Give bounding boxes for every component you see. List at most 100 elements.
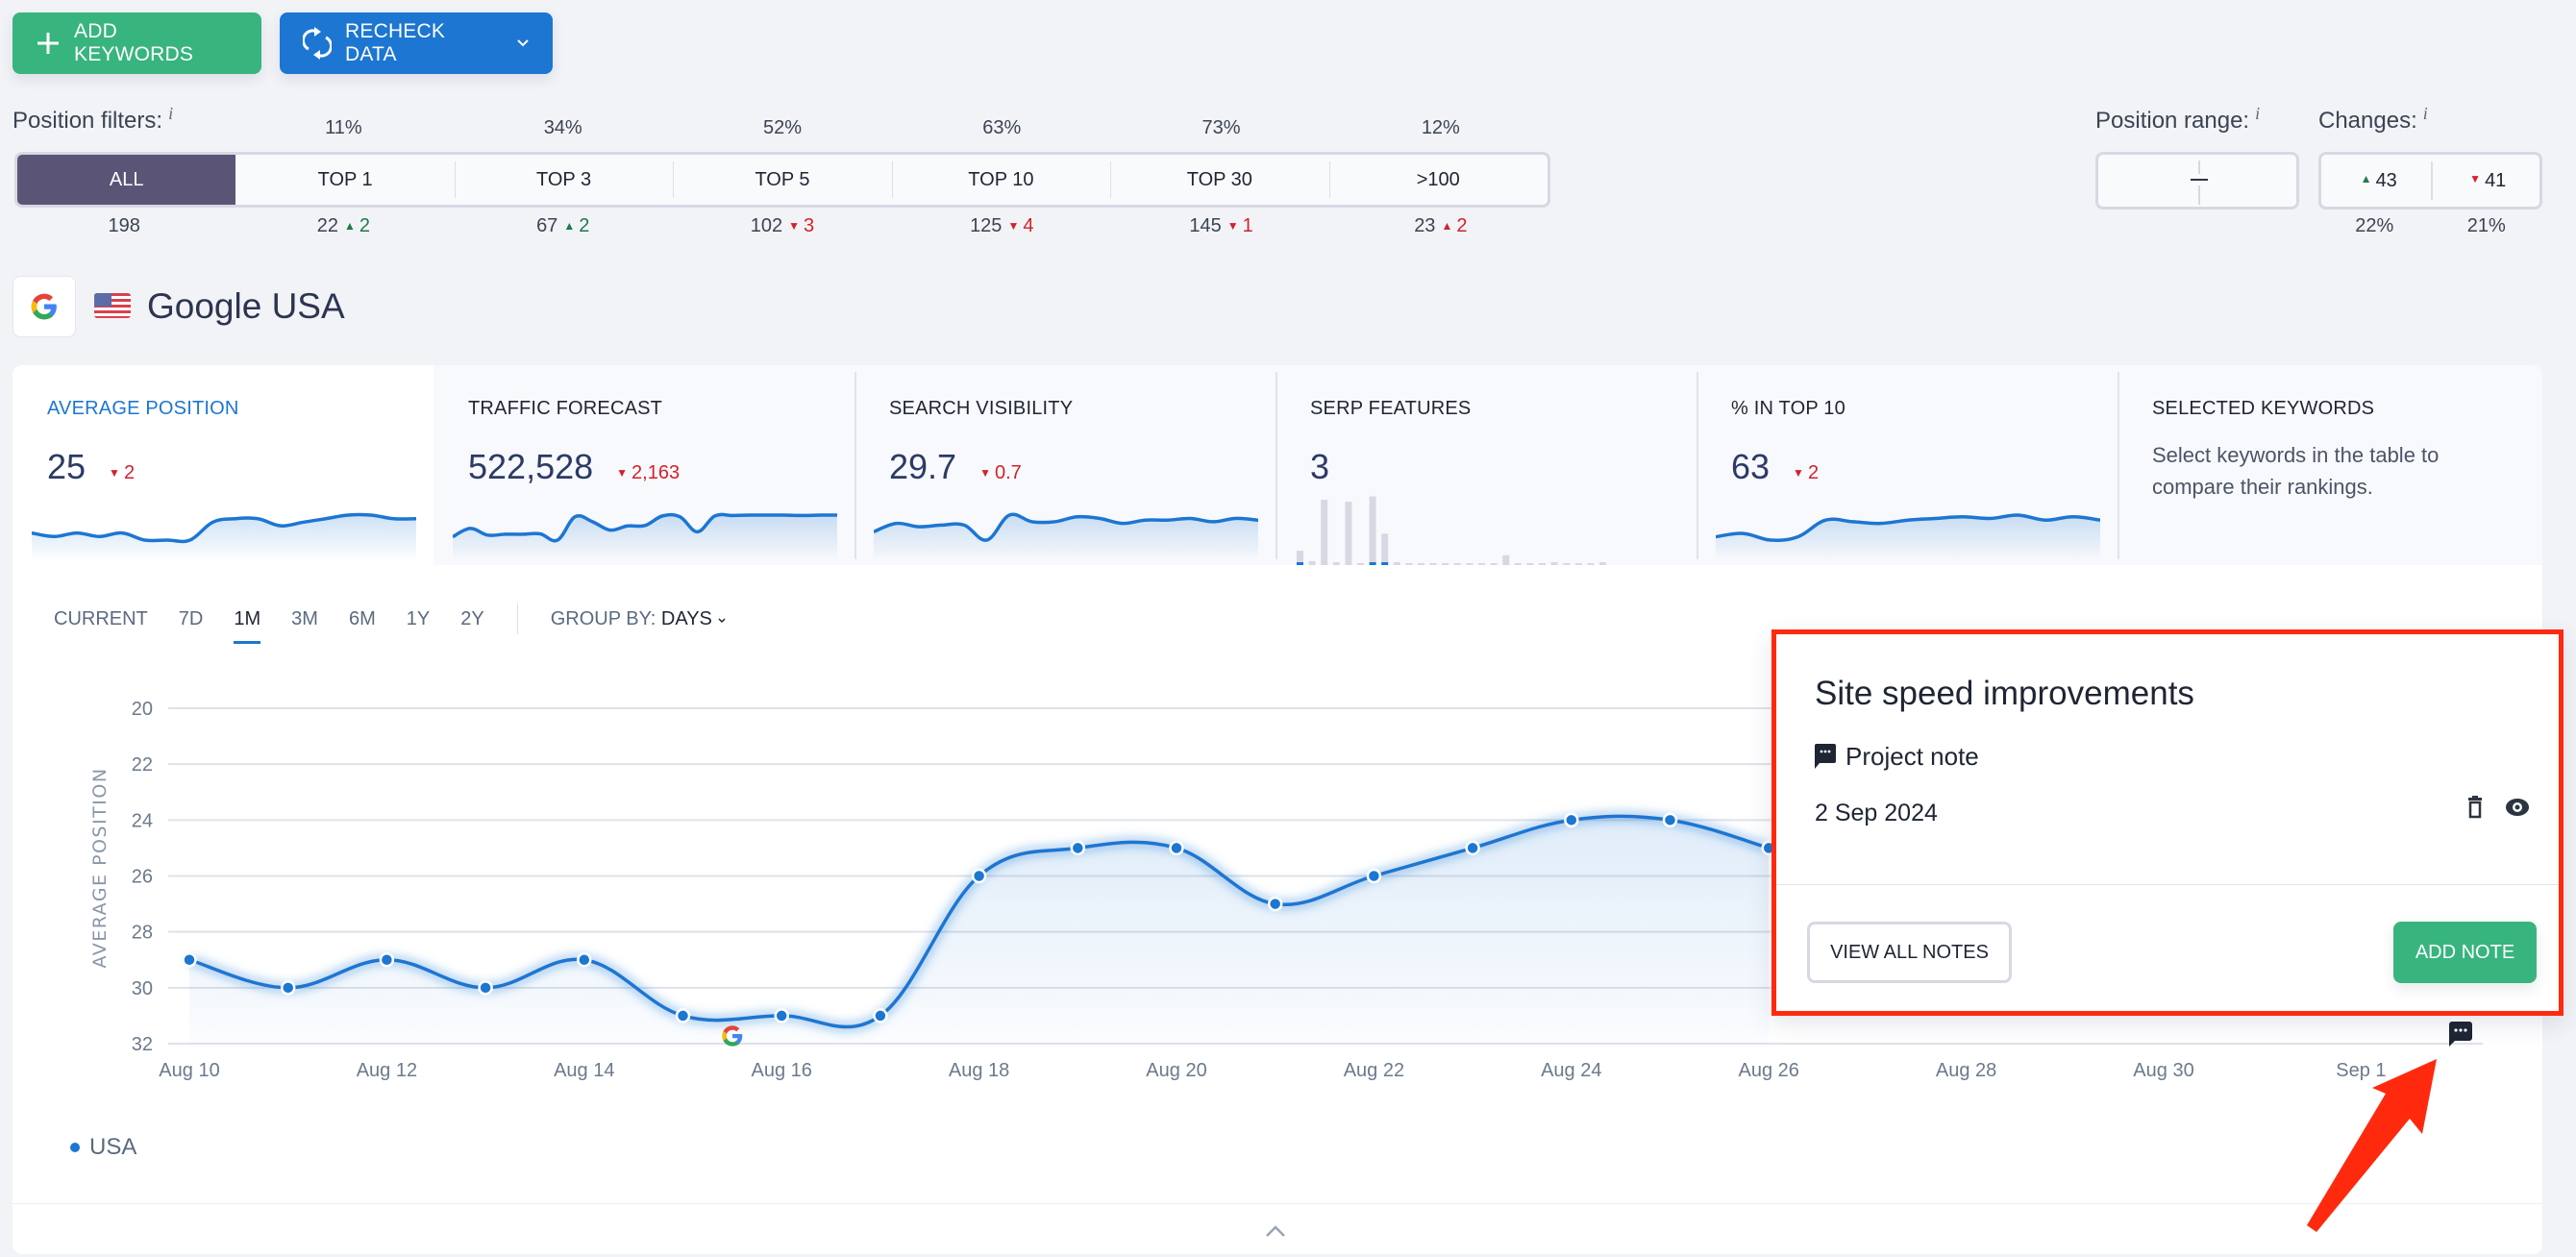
serp-feature-bar bbox=[1321, 500, 1328, 565]
note-type-label: Project note bbox=[1845, 742, 1979, 771]
metric-card-serp-features[interactable]: SERP FEATURES 3 bbox=[1276, 365, 1697, 565]
tab-current[interactable]: CURRENT bbox=[54, 608, 148, 630]
note-type: Project note bbox=[1815, 742, 1979, 772]
data-point[interactable] bbox=[280, 980, 296, 996]
tab-3m[interactable]: 3M bbox=[291, 608, 318, 630]
legend-dot-usa bbox=[70, 1143, 80, 1152]
recheck-data-button[interactable]: RECHECK DATA bbox=[280, 12, 553, 74]
count-value: 102 bbox=[750, 215, 783, 236]
metric-delta: ▼ 2 bbox=[103, 462, 135, 484]
position-range-text: Position range: bbox=[2095, 108, 2250, 134]
filter-count-top1: 22 ▲ 2 bbox=[234, 215, 453, 237]
data-point[interactable] bbox=[1564, 812, 1579, 828]
group-by-label: GROUP BY: bbox=[550, 607, 656, 629]
data-point[interactable] bbox=[873, 1008, 888, 1023]
x-tick-label: Aug 20 bbox=[1146, 1060, 1206, 1081]
metric-value: 522,528 bbox=[468, 447, 594, 486]
count-delta: 4 bbox=[1023, 215, 1034, 236]
filter-over-100[interactable]: >100 bbox=[1328, 155, 1548, 205]
filter-top-5[interactable]: TOP 5 bbox=[673, 155, 891, 205]
sparkline-search-visibility bbox=[874, 512, 1258, 561]
count-value: 22 bbox=[316, 215, 339, 236]
chevron-down-icon bbox=[718, 617, 726, 623]
data-point[interactable] bbox=[1465, 840, 1480, 856]
filter-percent: 73% bbox=[1201, 117, 1241, 138]
data-point[interactable] bbox=[1267, 896, 1283, 912]
triangle-up-icon: ▲ bbox=[1441, 219, 1453, 233]
add-note-button[interactable]: ADD NOTE bbox=[2393, 922, 2537, 983]
data-point[interactable] bbox=[577, 952, 592, 968]
filter-top-10[interactable]: TOP 10 bbox=[891, 155, 1110, 205]
x-tick-label: Aug 24 bbox=[1541, 1060, 1601, 1081]
changes-down-button[interactable]: ▼ 41 bbox=[2430, 155, 2540, 207]
view-all-notes-button[interactable]: VIEW ALL NOTES bbox=[1807, 922, 2012, 983]
metric-value-row: 3 bbox=[1310, 447, 1675, 487]
metric-card-average-position[interactable]: AVERAGE POSITION 25 ▼ 2 bbox=[12, 365, 433, 565]
range-divider bbox=[2198, 160, 2200, 174]
data-point[interactable] bbox=[1070, 840, 1086, 856]
engine-title: Google USA bbox=[147, 286, 345, 326]
changes-text: Changes: bbox=[2318, 108, 2417, 134]
data-point[interactable] bbox=[1169, 840, 1184, 856]
comment-icon bbox=[1815, 743, 1836, 769]
y-tick-label: 28 bbox=[132, 923, 153, 944]
data-point[interactable] bbox=[774, 1008, 789, 1023]
add-keywords-button[interactable]: ADD KEYWORDS bbox=[12, 12, 261, 74]
position-range-input[interactable] bbox=[2095, 152, 2299, 210]
filter-top-30[interactable]: TOP 30 bbox=[1110, 155, 1328, 205]
filter-all[interactable]: ALL bbox=[17, 155, 236, 205]
group-by-dropdown[interactable]: GROUP BY: DAYS bbox=[551, 608, 728, 630]
count-delta: 2 bbox=[1456, 215, 1468, 236]
changes-up-count: 43 bbox=[2375, 169, 2397, 191]
x-tick-label: Aug 18 bbox=[949, 1060, 1009, 1081]
metric-card-search-visibility[interactable]: SEARCH VISIBILITY 29.7 ▼ 0.7 bbox=[855, 365, 1276, 565]
metric-value: 25 bbox=[47, 447, 87, 486]
group-by-value: DAYS bbox=[660, 607, 712, 629]
serp-feature-bar bbox=[1369, 496, 1376, 565]
data-point[interactable] bbox=[379, 952, 395, 968]
metric-value-row: 522,528 ▼ 2,163 bbox=[468, 447, 833, 487]
tab-2y[interactable]: 2Y bbox=[460, 608, 483, 630]
tab-1y[interactable]: 1Y bbox=[407, 608, 430, 630]
data-point[interactable] bbox=[971, 868, 987, 884]
metric-card-traffic-forecast[interactable]: TRAFFIC FORECAST 522,528 ▼ 2,163 bbox=[433, 365, 855, 565]
metric-card-selected-keywords: SELECTED KEYWORDS Select keywords in the… bbox=[2118, 365, 2542, 565]
triangle-down-icon: ▼ bbox=[616, 466, 629, 480]
filter-count-all: 198 bbox=[14, 215, 234, 237]
metric-title: SERP FEATURES bbox=[1310, 398, 1472, 419]
tab-1m[interactable]: 1M bbox=[234, 608, 260, 644]
search-engine-selector[interactable] bbox=[12, 276, 76, 337]
eye-icon[interactable] bbox=[2505, 796, 2530, 819]
data-point[interactable] bbox=[478, 980, 493, 996]
note-title: Site speed improvements bbox=[1815, 675, 2194, 712]
collapse-chevron-up-icon[interactable] bbox=[1265, 1215, 1286, 1245]
metric-card-percent-top10[interactable]: % IN TOP 10 63 ▼ 2 bbox=[1697, 365, 2118, 565]
tab-6m[interactable]: 6M bbox=[349, 608, 376, 630]
triangle-up-icon: ▲ bbox=[344, 219, 356, 233]
info-icon[interactable]: i bbox=[2255, 104, 2260, 123]
tabs-divider bbox=[516, 604, 518, 634]
triangle-down-icon: ▼ bbox=[1793, 466, 1804, 480]
filter-percent: 11% bbox=[325, 117, 362, 138]
count-delta: 3 bbox=[804, 215, 815, 236]
metric-value-row: 29.7 ▼ 0.7 bbox=[889, 447, 1254, 487]
info-icon[interactable]: i bbox=[2423, 104, 2428, 123]
filter-percent: 63% bbox=[982, 117, 1022, 138]
metric-delta-value: 0.7 bbox=[994, 462, 1022, 483]
changes-up-button[interactable]: ▲ 43 bbox=[2321, 155, 2431, 207]
data-point[interactable] bbox=[1662, 812, 1678, 828]
chart-legend[interactable]: USA bbox=[70, 1134, 136, 1161]
data-point[interactable] bbox=[182, 952, 197, 968]
filter-top-1[interactable]: TOP 1 bbox=[235, 155, 454, 205]
count-delta: 2 bbox=[359, 215, 371, 236]
data-point[interactable] bbox=[1366, 868, 1382, 884]
selected-keywords-hint: Select keywords in the table to compare … bbox=[2152, 443, 2440, 499]
data-point[interactable] bbox=[675, 1008, 691, 1023]
note-popup: Site speed improvements Project note 2 S… bbox=[1771, 629, 2564, 1016]
tab-7d[interactable]: 7D bbox=[179, 608, 204, 630]
trash-icon[interactable] bbox=[2466, 796, 2484, 819]
filter-top-3[interactable]: TOP 3 bbox=[454, 155, 673, 205]
sparkline-area bbox=[32, 514, 416, 561]
y-tick-label: 22 bbox=[132, 754, 153, 776]
timeframe-tabs: CURRENT 7D 1M 3M 6M 1Y 2Y GROUP BY: DAYS bbox=[54, 604, 728, 644]
